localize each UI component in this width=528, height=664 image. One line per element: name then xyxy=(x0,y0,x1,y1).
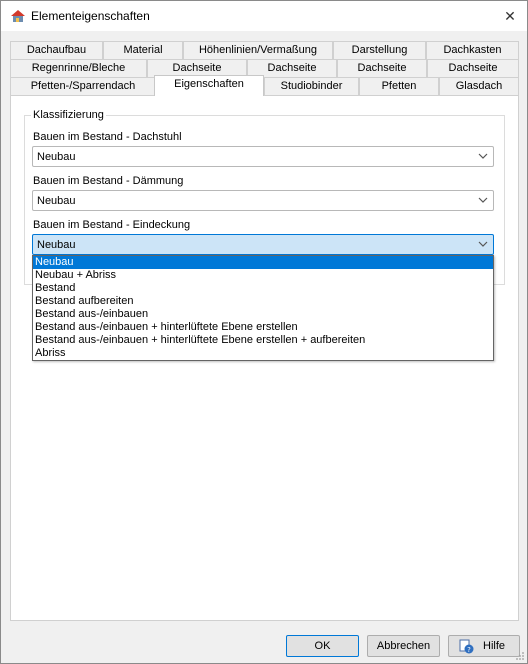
title-bar: Elementeigenschaften ✕ xyxy=(1,1,527,31)
daemmung-combobox[interactable]: Neubau xyxy=(32,190,494,211)
dropdown-option[interactable]: Bestand aus-/einbauen + hinterlüftete Eb… xyxy=(33,321,493,334)
chevron-down-icon xyxy=(478,241,488,247)
tab-darstellung[interactable]: Darstellung xyxy=(333,41,426,59)
svg-text:?: ? xyxy=(467,646,471,654)
tab-dachkasten[interactable]: Dachkasten xyxy=(426,41,519,59)
help-button[interactable]: ? Hilfe xyxy=(448,635,520,657)
tab-studiobinder[interactable]: Studiobinder xyxy=(264,77,359,95)
dropdown-option[interactable]: Bestand xyxy=(33,282,493,295)
properties-dialog: Elementeigenschaften ✕ Dachaufbau Materi… xyxy=(0,0,528,664)
tab-pfetten[interactable]: Pfetten xyxy=(359,77,439,95)
tab-regenrinne[interactable]: Regenrinne/Bleche xyxy=(10,59,147,77)
roof-app-icon xyxy=(11,10,25,22)
dropdown-option[interactable]: Bestand aus-/einbauen xyxy=(33,308,493,321)
tab-material[interactable]: Material xyxy=(103,41,183,59)
groupbox-label: Klassifizierung xyxy=(31,109,106,121)
window-title: Elementeigenschaften xyxy=(31,9,150,23)
dropdown-option[interactable]: Bestand aus-/einbauen + hinterlüftete Eb… xyxy=(33,334,493,347)
daemmung-value: Neubau xyxy=(37,195,76,207)
tab-glasdach[interactable]: Glasdach xyxy=(439,77,519,95)
tab-dachaufbau[interactable]: Dachaufbau xyxy=(10,41,103,59)
close-icon[interactable]: ✕ xyxy=(499,5,521,27)
dropdown-option[interactable]: Abriss xyxy=(33,347,493,360)
tab-pfetten-sparrendach[interactable]: Pfetten-/Sparrendach xyxy=(10,77,156,95)
dropdown-option[interactable]: Neubau xyxy=(33,256,493,269)
help-icon: ? xyxy=(459,639,474,654)
tab-eigenschaften[interactable]: Eigenschaften xyxy=(154,75,264,96)
dachstuhl-combobox[interactable]: Neubau xyxy=(32,146,494,167)
tab-dachseite-3[interactable]: Dachseite xyxy=(337,59,427,77)
eindeckung-label: Bauen im Bestand - Eindeckung xyxy=(33,219,191,231)
ok-button[interactable]: OK xyxy=(286,635,359,657)
dachstuhl-value: Neubau xyxy=(37,151,76,163)
cancel-button[interactable]: Abbrechen xyxy=(367,635,440,657)
dropdown-option[interactable]: Bestand aufbereiten xyxy=(33,295,493,308)
eindeckung-combobox[interactable]: Neubau xyxy=(32,234,494,255)
chevron-down-icon xyxy=(478,153,488,159)
eindeckung-value: Neubau xyxy=(37,239,76,251)
eindeckung-dropdown-list: Neubau Neubau + Abriss Bestand Bestand a… xyxy=(32,255,494,361)
daemmung-label: Bauen im Bestand - Dämmung xyxy=(33,175,184,187)
resize-grip-icon[interactable] xyxy=(515,651,525,661)
chevron-down-icon xyxy=(478,197,488,203)
help-button-label: Hilfe xyxy=(483,640,506,652)
tab-hoehenlinien[interactable]: Höhenlinien/Vermaßung xyxy=(183,41,333,59)
dropdown-option[interactable]: Neubau + Abriss xyxy=(33,269,493,282)
tab-dachseite-4[interactable]: Dachseite xyxy=(427,59,519,77)
dachstuhl-label: Bauen im Bestand - Dachstuhl xyxy=(33,131,182,143)
